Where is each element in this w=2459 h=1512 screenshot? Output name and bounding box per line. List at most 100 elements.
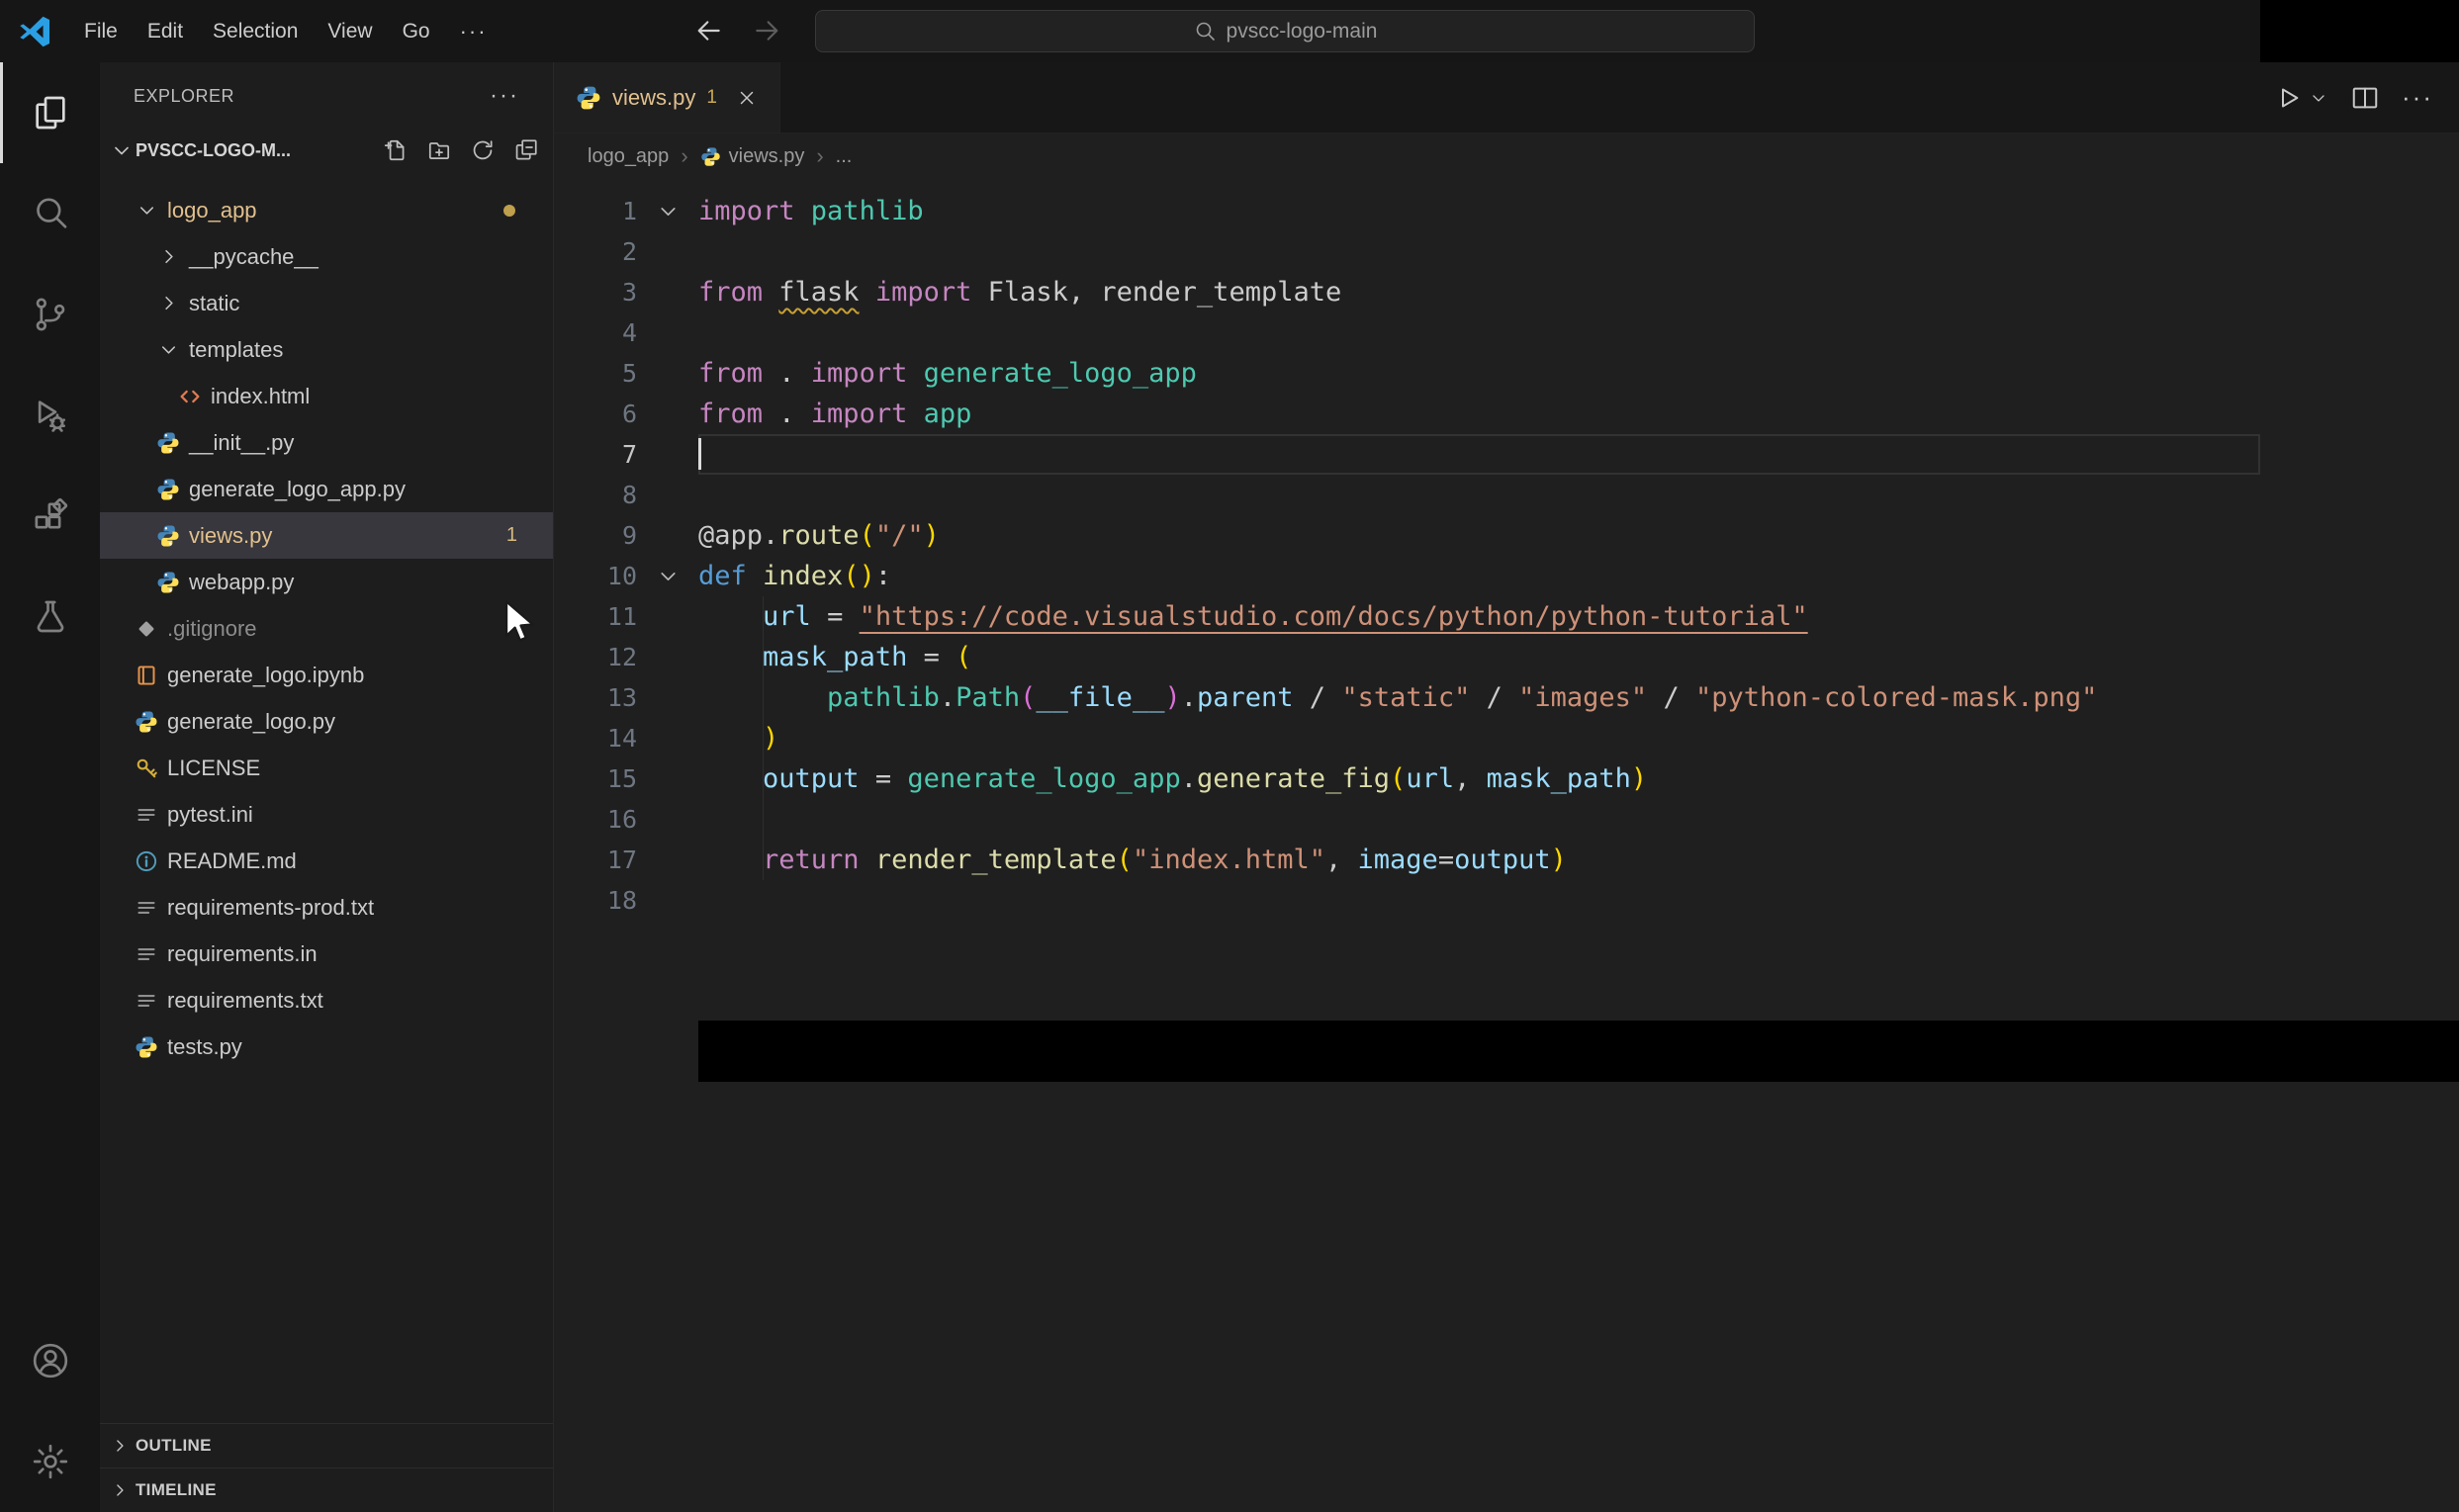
menu-bar: File Edit Selection View Go ··· (69, 19, 502, 44)
file-icon-wrap (153, 478, 183, 501)
tree-item-tests-py[interactable]: tests.py (100, 1023, 553, 1070)
breadcrumb-file[interactable]: views.py (729, 145, 805, 168)
outline-twisty-wrap (110, 1436, 130, 1456)
breadcrumb-separator: › (681, 143, 688, 168)
tree-item-gitignore[interactable]: .gitignore (100, 605, 553, 652)
tree-item-logo-app[interactable]: logo_app (100, 187, 553, 233)
refresh-explorer-button[interactable] (470, 137, 496, 163)
activity-bar-testing[interactable] (0, 567, 100, 667)
code-line-10[interactable]: 10 def index(): (554, 556, 2459, 596)
vscode-logo (16, 13, 53, 50)
activity-bar-settings[interactable] (0, 1411, 100, 1512)
file-icon-wrap (132, 1035, 161, 1059)
fold-gutter (637, 394, 698, 434)
code-line-12[interactable]: 12 mask_path = ( (554, 637, 2459, 677)
new-folder-button[interactable] (426, 137, 452, 163)
line-number: 10 (606, 562, 637, 590)
editor-more-actions-button[interactable]: ··· (2402, 82, 2433, 113)
tree-item-label: requirements.txt (167, 987, 323, 1013)
tree-item-generate-logo-py[interactable]: generate_logo.py (100, 698, 553, 745)
activity-bar-explorer[interactable] (0, 62, 100, 163)
info-icon (136, 850, 157, 871)
tree-item-index-html[interactable]: index.html (100, 373, 553, 419)
new-file-button[interactable] (383, 137, 409, 163)
tree-item-label: generate_logo.ipynb (167, 662, 365, 687)
tree-item-label: __init__.py (189, 429, 295, 455)
outline-panel-header[interactable]: OUTLINE (100, 1423, 553, 1468)
code-line-4[interactable]: 4 (554, 312, 2459, 353)
code-line-14[interactable]: 14 ) (554, 718, 2459, 758)
command-center-search[interactable]: pvscc-logo-main (815, 10, 1755, 52)
fold-gutter (637, 677, 698, 718)
menu-file[interactable]: File (69, 20, 133, 44)
tree-item-generate-logo-ipynb[interactable]: generate_logo.ipynb (100, 652, 553, 698)
menu-selection[interactable]: Selection (198, 20, 313, 44)
activity-bar-extensions[interactable] (0, 466, 100, 567)
tab-close-button[interactable] (736, 87, 758, 109)
code-area[interactable]: 1 import pathlib 2 3 from flask import Flask… (554, 179, 2459, 1512)
tree-item-pytest-ini[interactable]: pytest.ini (100, 791, 553, 838)
activity-bar-source-control[interactable] (0, 264, 100, 365)
code-line-17[interactable]: 17 return render_template("index.html", … (554, 840, 2459, 880)
activity-bar-run-and-debug[interactable] (0, 365, 100, 466)
vscode-logo-icon (20, 16, 50, 46)
tree-item-readme-md[interactable]: README.md (100, 838, 553, 884)
tree-item-templates[interactable]: templates (100, 326, 553, 373)
file-icon-wrap (132, 942, 161, 966)
python-icon (136, 1036, 157, 1057)
explorer-more-button[interactable]: ··· (490, 82, 519, 110)
code-line-13[interactable]: 13 pathlib.Path(__file__).parent / "stat… (554, 677, 2459, 718)
code-line-15[interactable]: 15 output = generate_logo_app.generate_f… (554, 758, 2459, 799)
fold-chevron-down-icon-wrap[interactable] (637, 191, 698, 231)
tree-item-static[interactable]: static (100, 280, 553, 326)
tab-file-icon-wrap (576, 85, 601, 111)
menu-edit[interactable]: Edit (133, 20, 198, 44)
breadcrumb-symbol[interactable]: ... (836, 145, 853, 168)
code-line-9[interactable]: 9 @app.route("/") (554, 515, 2459, 556)
tree-item-views-py[interactable]: views.py 1 (100, 512, 553, 559)
source-control-icon (36, 298, 64, 331)
tab-views-py[interactable]: views.py 1 (554, 62, 780, 133)
code-line-7[interactable]: 7 (554, 434, 2459, 475)
workspace-section-header[interactable]: PVSCC-LOGO-M... (100, 130, 553, 171)
timeline-panel-header[interactable]: TIMELINE (100, 1468, 553, 1512)
menu-view[interactable]: View (313, 20, 387, 44)
tree-item-license[interactable]: LICENSE (100, 745, 553, 791)
run-python-file-button[interactable] (2273, 83, 2303, 113)
file-icon-wrap (132, 803, 161, 827)
chevron-down-icon (660, 208, 676, 216)
tree-item-requirements-txt[interactable]: requirements.txt (100, 977, 553, 1023)
menu-go[interactable]: Go (388, 20, 445, 44)
fold-chevron-down-icon-wrap[interactable] (637, 556, 698, 596)
chevron-down-icon (115, 146, 129, 155)
tree-item-requirements-prod-txt[interactable]: requirements-prod.txt (100, 884, 553, 931)
code-line-16[interactable]: 16 (554, 799, 2459, 840)
code-line-3[interactable]: 3 from flask import Flask, render_templat… (554, 272, 2459, 312)
code-line-2[interactable]: 2 (554, 231, 2459, 272)
tree-item-pycache[interactable]: __pycache__ (100, 233, 553, 280)
code-line-6[interactable]: 6 from . import app (554, 394, 2459, 434)
tree-item-webapp-py[interactable]: webapp.py (100, 559, 553, 605)
fold-gutter (637, 840, 698, 880)
tree-item-label: __pycache__ (189, 243, 319, 269)
activity-bar-search[interactable] (0, 163, 100, 264)
tree-item-init-py[interactable]: __init__.py (100, 419, 553, 466)
tree-item-requirements-in[interactable]: requirements.in (100, 931, 553, 977)
code-line-8[interactable]: 8 (554, 475, 2459, 515)
breadcrumb-folder[interactable]: logo_app (588, 145, 669, 168)
code-line-11[interactable]: 11 url = "https://code.visualstudio.com/… (554, 596, 2459, 637)
run-dropdown-button[interactable] (2309, 88, 2328, 108)
code-line-1[interactable]: 1 import pathlib (554, 191, 2459, 231)
forward-button[interactable] (752, 15, 785, 48)
line-number: 14 (606, 724, 637, 753)
code-line-5[interactable]: 5 from . import generate_logo_app (554, 353, 2459, 394)
command-center-text: pvscc-logo-main (1226, 19, 1378, 43)
collapse-folders-button[interactable] (513, 137, 539, 163)
tree-item-generate-logo-app-py[interactable]: generate_logo_app.py (100, 466, 553, 512)
split-editor-button[interactable] (2350, 83, 2380, 113)
back-button[interactable] (692, 15, 726, 48)
chevron-right-icon (164, 249, 173, 264)
code-line-18[interactable]: 18 (554, 880, 2459, 921)
activity-bar-accounts[interactable] (0, 1310, 100, 1411)
menu-more-button[interactable]: ··· (445, 19, 502, 44)
